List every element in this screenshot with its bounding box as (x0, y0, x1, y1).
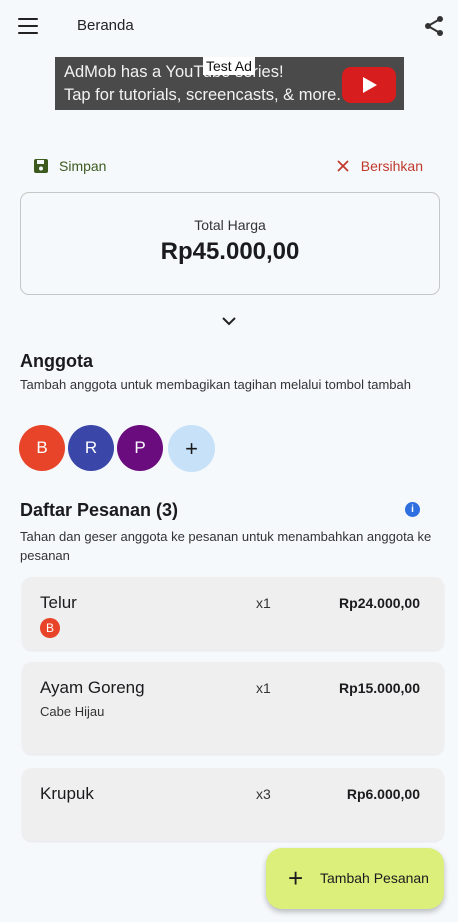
orders-description: Tahan dan geser anggota ke pesanan untuk… (20, 529, 432, 563)
order-price: Rp6.000,00 (346, 786, 420, 802)
order-qty: x3 (256, 786, 271, 802)
order-name: Ayam Goreng (40, 678, 145, 697)
order-name: Krupuk (40, 784, 94, 803)
clear-label: Bersihkan (360, 158, 423, 174)
add-order-label: Tambah Pesanan (320, 870, 429, 886)
plus-icon: + (288, 863, 304, 893)
total-value: Rp45.000,00 (160, 238, 300, 265)
share-icon[interactable] (422, 14, 446, 38)
members-title: Anggota (20, 351, 93, 371)
order-note: Cabe Hijau (40, 704, 105, 719)
close-icon (337, 160, 349, 172)
save-icon (34, 159, 48, 173)
order-price: Rp15.000,00 (339, 680, 420, 696)
add-order-button[interactable]: + Tambah Pesanan (266, 848, 444, 909)
member-avatar[interactable]: B (19, 425, 65, 471)
test-ad-badge: Test Ad (203, 57, 255, 75)
order-item[interactable]: Krupuk x3 Rp6.000,00 (22, 768, 444, 841)
total-card: Total Harga Rp45.000,00 (20, 192, 440, 295)
order-item[interactable]: Ayam Goreng x1 Rp15.000,00 Cabe Hijau (22, 662, 444, 754)
member-avatar[interactable]: R (68, 425, 114, 471)
order-qty: x1 (256, 595, 271, 611)
order-qty: x1 (256, 680, 271, 696)
order-name: Telur (40, 593, 77, 612)
clear-button[interactable]: Bersihkan (337, 155, 423, 177)
assigned-member-avatar[interactable]: B (40, 618, 60, 638)
chevron-down-icon[interactable] (220, 313, 238, 329)
order-item[interactable]: Telur x1 Rp24.000,00 B (22, 577, 444, 650)
save-label: Simpan (59, 158, 107, 174)
page-title: Beranda (77, 17, 134, 34)
info-icon[interactable]: i (405, 502, 420, 517)
add-member-button[interactable]: + (168, 425, 215, 472)
orders-title: Daftar Pesanan (3) (20, 500, 179, 520)
order-price: Rp24.000,00 (339, 595, 420, 611)
app-bar: Beranda (0, 0, 458, 52)
ad-line-2: Tap for tutorials, screencasts, & more. (64, 86, 341, 104)
total-label: Total Harga (194, 217, 266, 233)
menu-icon[interactable] (18, 16, 40, 36)
ad-banner[interactable]: AdMob has a YouTube series! Tap for tuto… (55, 57, 404, 110)
member-avatar[interactable]: P (117, 425, 163, 471)
members-description: Tambah anggota untuk membagikan tagihan … (20, 377, 411, 392)
youtube-play-icon (342, 67, 396, 103)
save-button[interactable]: Simpan (33, 155, 106, 177)
